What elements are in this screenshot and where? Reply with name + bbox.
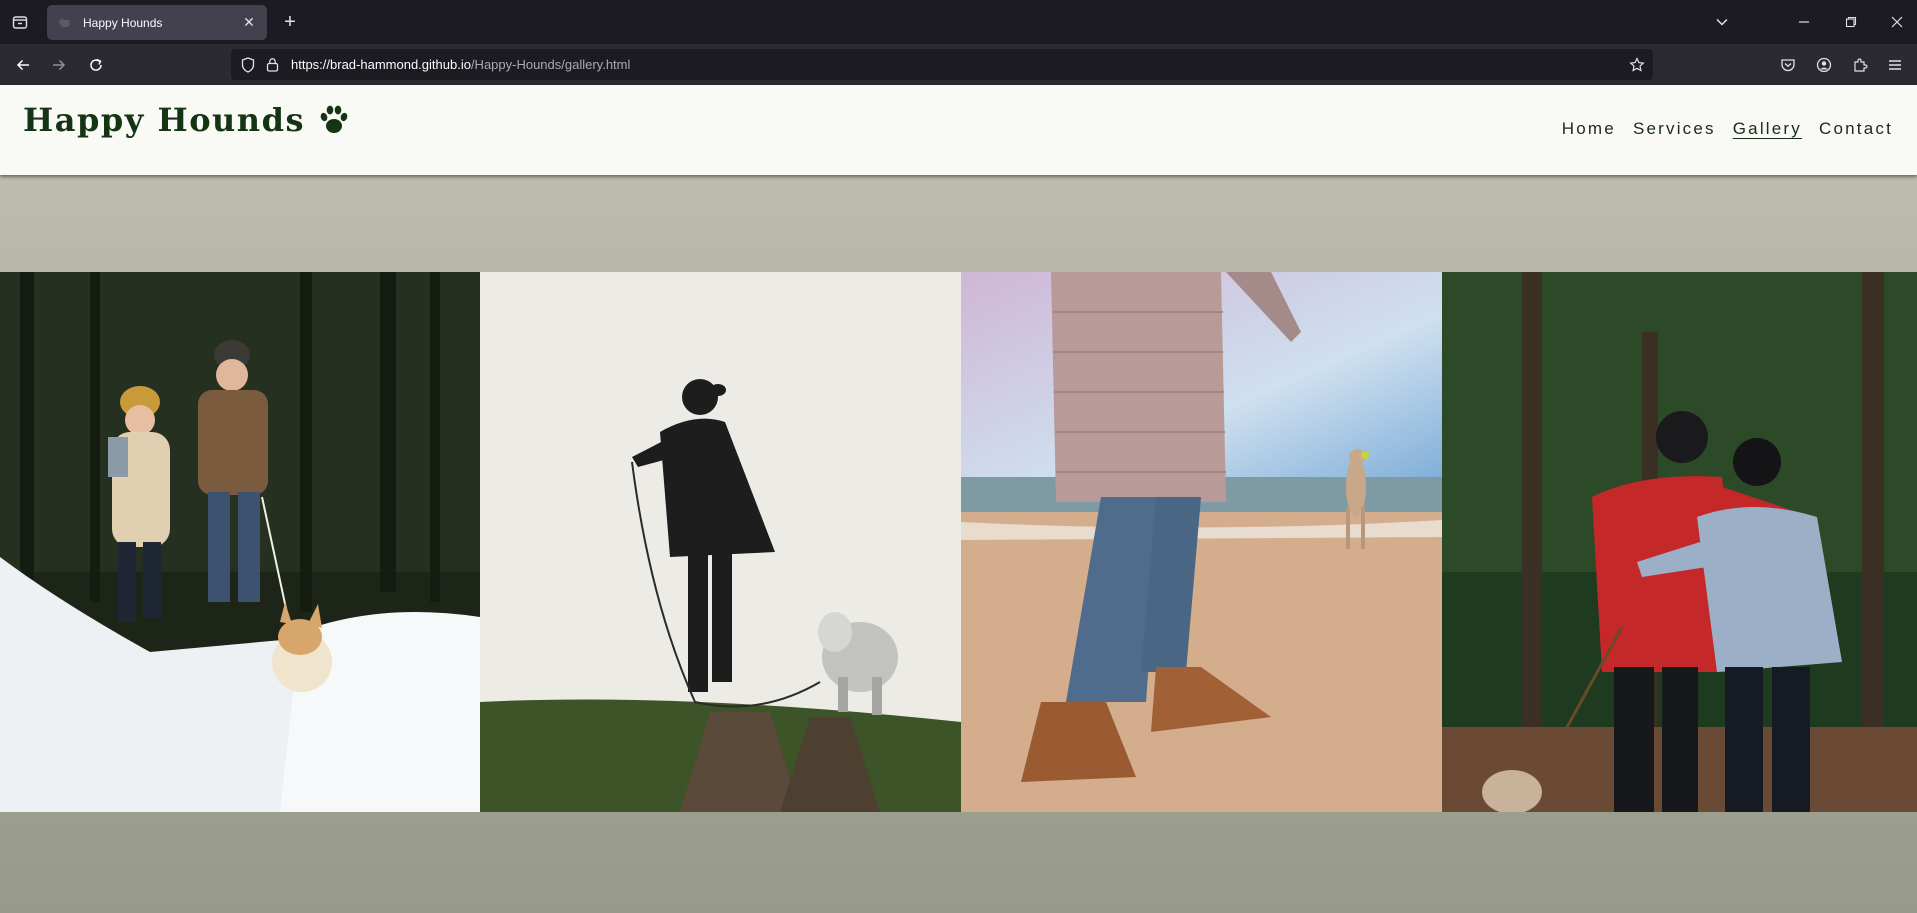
paw-icon [320,105,348,133]
nav-link-contact[interactable]: Contact [1819,119,1893,139]
shield-icon[interactable] [239,56,257,74]
tab-list-icon[interactable] [8,10,32,34]
dog-favicon-icon [59,17,70,27]
back-arrow-icon[interactable] [10,52,36,78]
bookmark-star-icon[interactable] [1627,55,1647,75]
lock-icon[interactable] [263,56,281,74]
gallery-photo-silhouette-walk[interactable] [480,272,961,812]
nav-link-services[interactable]: Services [1633,119,1716,139]
photo-gallery [0,272,1917,812]
site-nav: Home Services Gallery Contact [1562,119,1893,139]
url-path: /Happy-Hounds/gallery.html [470,57,631,72]
page-content: Happy Hounds Home Services Gallery Conta… [0,85,1917,913]
restore-icon[interactable] [1837,10,1865,34]
pocket-icon[interactable] [1777,54,1799,76]
new-tab-icon[interactable]: + [278,10,302,34]
tab-close-icon[interactable]: ✕ [239,13,259,33]
forward-arrow-icon[interactable] [46,52,72,78]
extensions-icon[interactable] [1849,54,1871,76]
address-bar[interactable]: https://brad-hammond.github.io/Happy-Hou… [231,49,1653,80]
reload-icon[interactable] [83,52,109,78]
menu-icon[interactable] [1884,54,1906,76]
gallery-photo-snow-walk[interactable] [0,272,480,812]
browser-nav-bar: https://brad-hammond.github.io/Happy-Hou… [0,44,1917,85]
logo-text: Happy Hounds [23,101,305,139]
nav-link-gallery[interactable]: Gallery [1733,119,1802,139]
site-header: Happy Hounds Home Services Gallery Conta… [0,85,1917,175]
tab-title: Happy Hounds [83,15,163,30]
close-window-icon[interactable] [1883,10,1911,34]
site-logo[interactable]: Happy Hounds [23,101,351,139]
gallery-photo-park-walk[interactable] [1442,272,1917,812]
minimize-icon[interactable] [1790,10,1818,34]
browser-tab[interactable]: Happy Hounds ✕ [47,5,267,40]
url-host: https://brad-hammond.github.io [291,57,471,72]
gallery-photo-beach-walk[interactable] [961,272,1442,812]
nav-link-home[interactable]: Home [1562,119,1616,139]
url-text[interactable]: https://brad-hammond.github.io/Happy-Hou… [291,57,630,72]
list-all-tabs-icon[interactable] [1708,10,1736,34]
account-icon[interactable] [1813,54,1835,76]
browser-tab-bar: Happy Hounds ✕ + [0,0,1917,44]
